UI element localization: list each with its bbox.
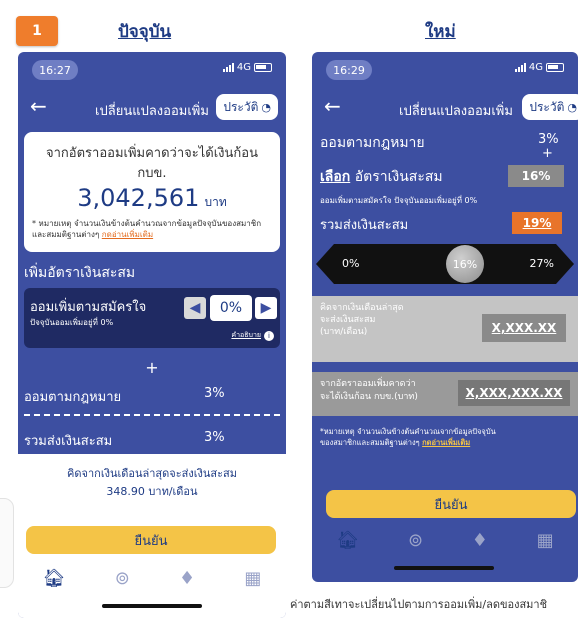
monthly-label: คิดจากเงินเดือนล่าสุดจะส่งเงินสะสม xyxy=(67,467,237,480)
note: *หมายเหตุ จำนวนเงินข้างต้นคำนวณจากข้อมูล… xyxy=(320,426,496,448)
note-line1: *หมายเหตุ จำนวนเงินข้างต้นคำนวณจากข้อมูล… xyxy=(320,427,496,436)
note-line2-row: ของสมาชิกและสมมติฐานต่างๆ กดอ่านเพิ่มเติ… xyxy=(320,437,496,448)
monthly-value: 348.90 บาท/เดือน xyxy=(106,485,198,498)
network-type: 4G xyxy=(236,62,251,73)
history-button[interactable]: ประวัติ ◔ xyxy=(216,94,278,120)
home-icon[interactable]: 🏠︎ xyxy=(43,568,66,589)
lower-panel: คิดจากเงินเดือนล่าสุดจะส่งเงินสะสม 348.9… xyxy=(18,454,286,618)
history-label: ประวัติ xyxy=(529,99,565,114)
lump-sum-amount-row: 3,042,561 บาท xyxy=(24,184,280,212)
help-link[interactable]: คำอธิบาย i xyxy=(231,330,274,341)
coins-icon[interactable]: ⊚ xyxy=(408,530,423,551)
salary-label-line3: (บาท/เดือน) xyxy=(320,327,368,337)
signal-icon xyxy=(222,63,234,72)
salary-label-line1: คิดจากเงินเดือนล่าสุด xyxy=(320,303,404,313)
nav-bar: ← เปลี่ยนแปลงออมเพิ่ม ประวัติ ◔ xyxy=(18,88,286,128)
home-icon[interactable]: 🏠︎ xyxy=(336,530,359,551)
history-label: ประวัติ xyxy=(223,99,259,114)
battery-icon xyxy=(546,63,564,72)
lump-sum-label-line2: จะได้เงินก้อน กบข.(บาท) xyxy=(320,392,418,402)
choose-row: เลือก อัตราเงินสะสม xyxy=(320,166,443,188)
decrease-button[interactable]: ◀ xyxy=(184,297,206,319)
choose-link[interactable]: เลือก xyxy=(320,169,350,185)
choose-label: อัตราเงินสะสม xyxy=(354,169,443,185)
history-clock-icon: ◔ xyxy=(567,100,577,114)
home-indicator xyxy=(102,604,202,608)
lump-sum-line2: กบข. xyxy=(137,166,167,181)
slider-max-label: 27% xyxy=(529,257,554,270)
current-label: ปัจจุบัน xyxy=(118,22,172,42)
legal-label: ออมตามกฎหมาย xyxy=(24,390,122,405)
network-status: 4G xyxy=(514,62,564,73)
status-bar: 16:29 4G xyxy=(312,52,578,82)
status-bar: 16:27 4G xyxy=(18,52,286,82)
lump-sum-unit: บาท xyxy=(204,195,227,209)
battery-icon xyxy=(254,63,272,72)
bell-icon[interactable]: ♦ xyxy=(179,568,195,589)
salary-label: คิดจากเงินเดือนล่าสุด จะส่งเงินสะสม (บาท… xyxy=(320,302,404,338)
lump-sum-card: จากอัตราออมเพิ่มคาดว่าจะได้เงินก้อน กบข.… xyxy=(24,132,280,252)
total-value: 3% xyxy=(204,430,225,445)
info-icon: i xyxy=(264,330,274,341)
voluntary-title: ออมเพิ่มตามสมัครใจ xyxy=(30,300,147,315)
network-type: 4G xyxy=(528,62,543,73)
voluntary-subtitle: ปัจจุบันออมเพิ่มอยู่ที่ 0% xyxy=(30,318,114,327)
lump-sum-amount: 3,042,561 xyxy=(77,184,200,212)
clock: 16:27 xyxy=(32,60,78,80)
legal-value: 3% xyxy=(204,386,225,401)
salary-value: X,XXX.XX xyxy=(482,314,566,342)
divider xyxy=(24,414,280,416)
total-label: รวมส่งเงินสะสม xyxy=(24,434,113,449)
voluntary-note: ออมเพิ่มตามสมัครใจ ปัจจุบันออมเพิ่มอยู่ท… xyxy=(320,196,478,205)
note-line2: ของสมาชิกและสมมติฐานต่างๆ xyxy=(320,438,420,447)
coins-icon[interactable]: ⊚ xyxy=(115,568,130,589)
salary-panel: คิดจากเงินเดือนล่าสุด จะส่งเงินสะสม (บาท… xyxy=(312,296,578,362)
chosen-rate-value: 16% xyxy=(508,165,564,187)
step-badge: 1 xyxy=(16,16,58,46)
bell-icon[interactable]: ♦ xyxy=(472,530,488,551)
plus-sign: + xyxy=(542,146,553,161)
confirm-button[interactable]: ยืนยัน xyxy=(326,490,576,518)
slider-knob[interactable]: 16% xyxy=(445,245,484,283)
confirm-button[interactable]: ยืนยัน xyxy=(26,526,276,554)
slider-min-label: 0% xyxy=(342,257,360,270)
increase-button[interactable]: ▶ xyxy=(255,297,277,319)
home-indicator xyxy=(394,566,494,570)
bottom-nav: 🏠︎ ⊚ ♦ ▦ xyxy=(312,530,578,551)
grid-icon[interactable]: ▦ xyxy=(244,568,261,589)
network-status: 4G xyxy=(222,62,272,73)
clock: 16:29 xyxy=(326,60,372,80)
lump-sum-value: X,XXX,XXX.XX xyxy=(458,380,570,406)
lump-sum-panel: จากอัตราออมเพิ่มคาดว่า จะได้เงินก้อน กบข… xyxy=(312,372,578,416)
plus-sign: + xyxy=(145,358,159,377)
lump-sum-label: จากอัตราออมเพิ่มคาดว่า จะได้เงินก้อน กบข… xyxy=(320,378,418,404)
bottom-nav: 🏠︎ ⊚ ♦ ▦ xyxy=(18,568,286,589)
legal-label: ออมตามกฎหมาย xyxy=(320,135,425,151)
history-button[interactable]: ประวัติ ◔ xyxy=(522,94,578,120)
read-more-link[interactable]: กดอ่านเพิ่มเติม xyxy=(422,438,470,447)
caption: ค่าตามสีเทาจะเปลี่ยนไปตามการออมเพิ่ม/ลดข… xyxy=(290,598,548,611)
lump-sum-note: * หมายเหตุ จำนวนเงินข้างต้นคำนวณจากข้อมู… xyxy=(32,218,272,240)
legal-value: 3% xyxy=(538,132,559,147)
decorative-edge-shape xyxy=(0,498,14,588)
salary-label-line2: จะส่งเงินสะสม xyxy=(320,315,376,325)
read-more-link[interactable]: กดอ่านเพิ่มเติม xyxy=(102,230,153,239)
lump-sum-label-line1: จากอัตราออมเพิ่มคาดว่า xyxy=(320,379,416,389)
voluntary-rate-value[interactable]: 0% xyxy=(210,295,252,321)
nav-bar: ← เปลี่ยนแปลงออมเพิ่ม ประวัติ ◔ xyxy=(312,88,578,128)
new-label: ใหม่ xyxy=(425,22,456,42)
current-phone-screen: 16:27 4G ← เปลี่ยนแปลงออมเพิ่ม ประวัติ ◔… xyxy=(18,52,286,618)
new-phone-screen: 16:29 4G ← เปลี่ยนแปลงออมเพิ่ม ประวัติ ◔… xyxy=(312,52,578,582)
lump-sum-line1: จากอัตราออมเพิ่มคาดว่าจะได้เงินก้อน xyxy=(46,146,258,161)
history-clock-icon: ◔ xyxy=(261,100,271,114)
rate-slider[interactable]: 0% 27% 16% xyxy=(316,244,574,284)
section-title: เพิ่มอัตราเงินสะสม xyxy=(24,265,136,281)
total-rate-value: 19% xyxy=(512,212,562,234)
voluntary-card: ออมเพิ่มตามสมัครใจ ปัจจุบันออมเพิ่มอยู่ท… xyxy=(24,288,280,348)
total-label: รวมส่งเงินสะสม xyxy=(320,218,409,233)
signal-icon xyxy=(514,63,526,72)
help-label: คำอธิบาย xyxy=(231,331,261,339)
grid-icon[interactable]: ▦ xyxy=(537,530,554,551)
